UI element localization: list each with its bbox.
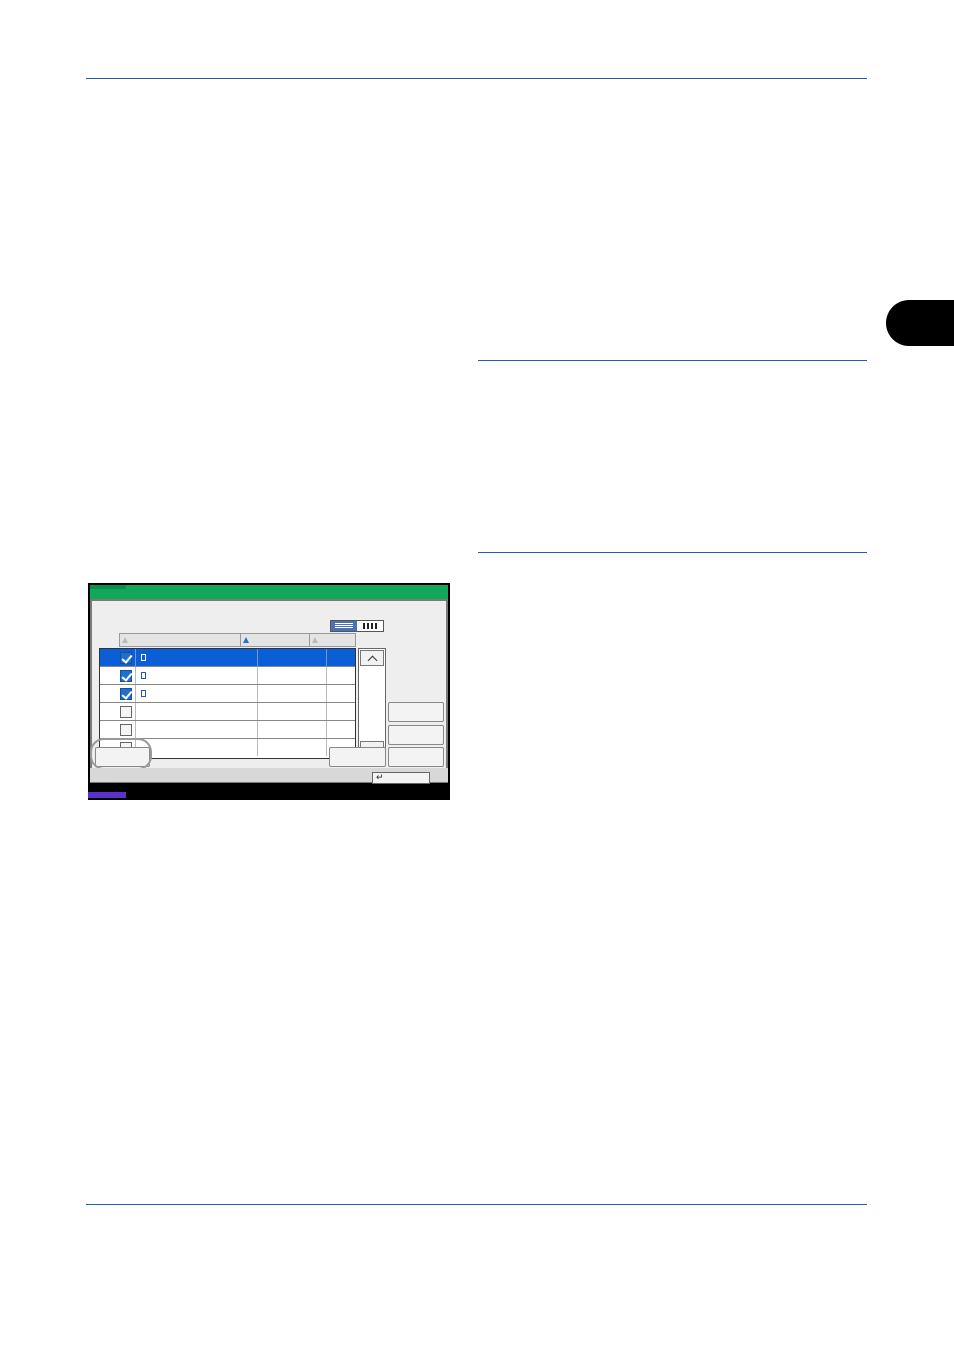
- name-cell: [135, 703, 257, 720]
- table-row[interactable]: [100, 703, 355, 721]
- sort-triangle-icon: [312, 637, 318, 643]
- return-button[interactable]: ↵: [372, 772, 430, 784]
- name-cell: [135, 739, 257, 756]
- name-cell: [135, 667, 257, 684]
- bottom-right-button[interactable]: [388, 747, 444, 767]
- column-header-name[interactable]: [120, 634, 241, 646]
- scrollbar[interactable]: [358, 648, 386, 759]
- callout-highlight: [90, 738, 152, 770]
- document-box-screen: ✓: [88, 583, 450, 800]
- sort-triangle-icon: [243, 637, 249, 643]
- size-cell: [326, 703, 355, 720]
- date-cell: [257, 667, 326, 684]
- row-checkbox[interactable]: [120, 688, 132, 700]
- name-cell: [135, 721, 257, 738]
- scroll-up-button[interactable]: [360, 650, 384, 666]
- column-header-date[interactable]: [241, 634, 310, 646]
- row-checkbox[interactable]: [120, 706, 132, 718]
- size-cell: [326, 667, 355, 684]
- view-toggle[interactable]: [330, 620, 384, 632]
- row-checkbox[interactable]: [120, 724, 132, 736]
- name-cell: [135, 649, 257, 666]
- date-cell: [257, 649, 326, 666]
- header-rule: [86, 78, 867, 79]
- document-icon: [141, 654, 146, 661]
- column-header-size[interactable]: [310, 634, 355, 646]
- list-view-button[interactable]: [331, 621, 357, 631]
- note-top-rule: [478, 360, 867, 361]
- table-row[interactable]: [100, 685, 355, 703]
- size-cell: [326, 721, 355, 738]
- table-row[interactable]: [100, 721, 355, 739]
- document-icon: [141, 690, 146, 697]
- chevron-up-icon: [367, 655, 377, 665]
- thumbnail-view-icon: [363, 623, 377, 629]
- document-icon: [141, 672, 146, 679]
- date-cell: [257, 739, 326, 756]
- date-cell: [257, 685, 326, 702]
- thumbnail-view-button[interactable]: [357, 621, 383, 631]
- date-cell: [257, 721, 326, 738]
- table-row[interactable]: [100, 667, 355, 685]
- table-row[interactable]: [100, 649, 355, 667]
- status-indicator: [88, 792, 126, 798]
- row-checkbox[interactable]: [120, 652, 132, 664]
- sort-triangle-icon: [122, 637, 128, 643]
- note-bottom-rule: [478, 552, 867, 553]
- side-button-2[interactable]: [388, 725, 444, 745]
- bottom-middle-button[interactable]: [329, 747, 386, 767]
- size-cell: [326, 685, 355, 702]
- footer-rule: [86, 1204, 867, 1205]
- title-bar-tab: [90, 585, 126, 589]
- side-button-1[interactable]: [388, 702, 444, 722]
- date-cell: [257, 703, 326, 720]
- name-cell: [135, 685, 257, 702]
- column-header-row: [119, 633, 356, 647]
- title-bar: [90, 585, 448, 599]
- size-cell: [326, 649, 355, 666]
- list-view-icon: [335, 623, 353, 629]
- row-checkbox[interactable]: [120, 670, 132, 682]
- chapter-tab: [886, 300, 954, 346]
